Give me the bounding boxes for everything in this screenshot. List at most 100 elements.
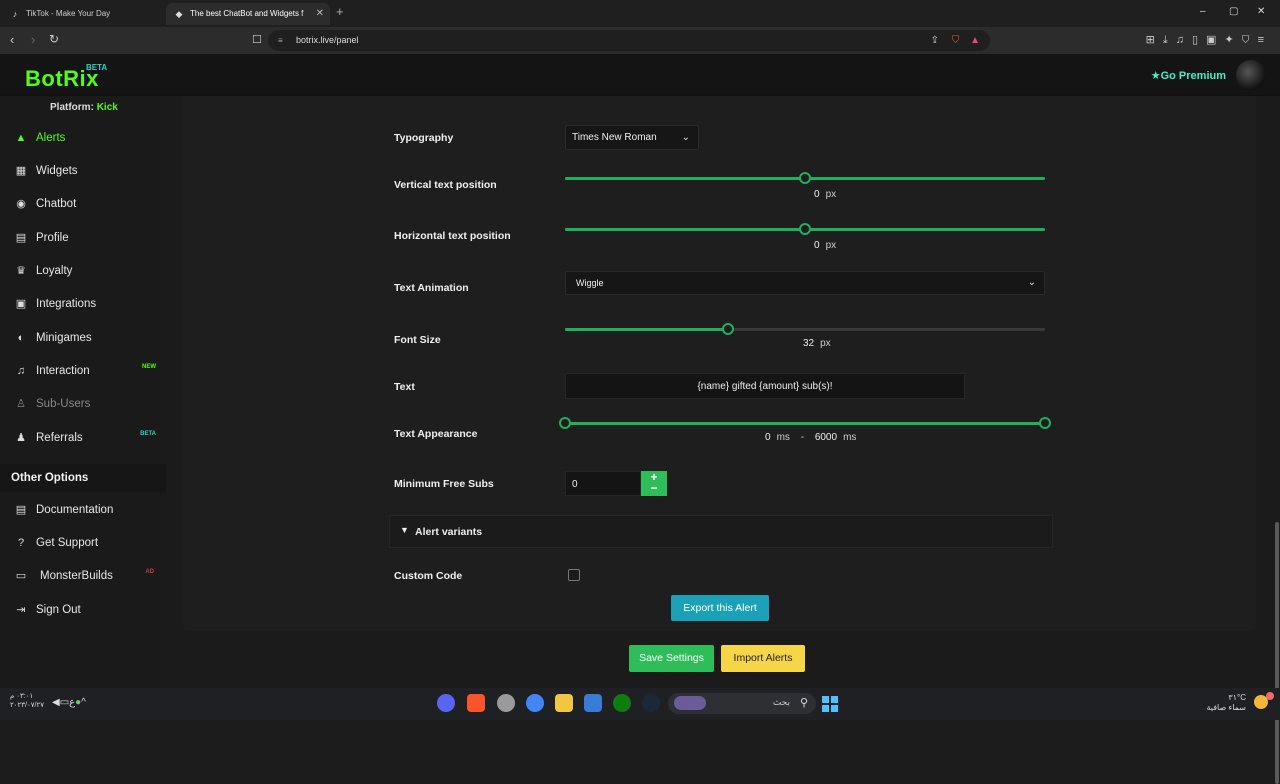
brave-rewards-icon[interactable]: ▲ xyxy=(970,35,980,46)
typography-value: Times New Roman xyxy=(572,132,657,143)
forward-icon[interactable]: › xyxy=(31,32,35,47)
vertical-position-readout: 0 px xyxy=(814,189,836,200)
scrollbar-thumb[interactable] xyxy=(1275,522,1279,784)
maximize-button[interactable]: ▢ xyxy=(1229,6,1238,17)
sidebar-item-label: Chatbot xyxy=(36,198,77,210)
star-icon: ★ xyxy=(1150,70,1161,82)
sidebar-item-chatbot[interactable]: ◉ Chatbot xyxy=(0,189,166,219)
vertical-position-label: Vertical text position xyxy=(394,179,497,191)
reload-icon[interactable]: ↻ xyxy=(49,32,59,46)
toolbar-icons: ⊞⤓♫▯▣✦⛉≡ xyxy=(1146,33,1272,47)
close-tab-icon[interactable]: ✕ xyxy=(316,3,324,25)
obs-icon[interactable] xyxy=(497,694,515,712)
file-explorer-icon[interactable] xyxy=(555,694,573,712)
discord-icon[interactable] xyxy=(437,694,455,712)
sidebar-item-documentation[interactable]: ▤ Documentation xyxy=(0,495,166,525)
chrome-icon[interactable] xyxy=(526,694,544,712)
weather-condition: سماء صافية xyxy=(1206,703,1246,712)
sidebar-item-widgets[interactable]: ▦ Widgets xyxy=(0,156,166,186)
sidebar-item-minigames[interactable]: ◐ Minigames xyxy=(0,323,166,353)
clock-time: ٠٣:٠١ م xyxy=(10,693,34,700)
sidebar-item-sign-out[interactable]: ⇥ Sign Out xyxy=(0,595,166,625)
decrement-button[interactable]: − xyxy=(641,482,667,494)
store-icon[interactable] xyxy=(584,694,602,712)
sidebar-item-alerts[interactable]: ▲ Alerts xyxy=(0,123,166,153)
sidebar-item-label: MonsterBuilds xyxy=(40,570,113,582)
wallet-icon[interactable]: ▣ xyxy=(1206,34,1224,46)
font-size-readout: 32 px xyxy=(803,338,831,349)
back-icon[interactable]: ‹ xyxy=(10,32,14,47)
sidebar-item-label: Loyalty xyxy=(36,265,73,277)
vertical-position-slider[interactable] xyxy=(565,172,1045,184)
sidebar-item-profile[interactable]: ▤ Profile xyxy=(0,223,166,253)
robot-icon: ◉ xyxy=(16,198,26,210)
slider-handle[interactable] xyxy=(799,172,811,184)
sidebar-item-monsterbuilds[interactable]: ▭ MonsterBuilds AD xyxy=(0,561,166,591)
id-card-icon: ▤ xyxy=(15,232,27,244)
new-tab-button[interactable]: + xyxy=(336,4,344,19)
slider-handle[interactable] xyxy=(799,223,811,235)
text-animation-select[interactable]: Wiggle ⌄ xyxy=(565,271,1045,295)
alert-text-input[interactable]: {name} gifted {amount} sub(s)! xyxy=(565,373,965,399)
network-icon[interactable]: ▭ xyxy=(60,697,69,708)
brave-icon[interactable] xyxy=(467,694,485,712)
tray-expand-icon[interactable]: ^ xyxy=(81,697,86,708)
sidebar-item-loyalty[interactable]: ♛ Loyalty xyxy=(0,256,166,286)
taskbar-search[interactable]: بحث ⚲ xyxy=(668,693,816,714)
export-alert-button[interactable]: Export this Alert xyxy=(671,595,769,621)
sidebar-icon[interactable]: ▯ xyxy=(1192,34,1206,46)
sub-users-icon: ♙ xyxy=(16,398,26,410)
scrollbar[interactable] xyxy=(1274,96,1280,784)
brave-shield-icon[interactable]: ⛉ xyxy=(952,35,960,46)
vpn-icon[interactable]: ⛉ xyxy=(1242,34,1258,46)
windows-start-icon[interactable] xyxy=(822,696,838,712)
book-icon: ▤ xyxy=(15,504,27,516)
sidebar-item-label: Interaction xyxy=(36,365,90,377)
site-info-icon[interactable]: ≡ xyxy=(278,30,283,51)
address-bar-row: ‹ › ↻ ☐ ≡ botrix.live/panel ⇪ ⛉ ▲ ⊞⤓♫▯▣✦… xyxy=(0,27,1280,54)
font-size-value: 32 xyxy=(803,338,815,349)
sidebar-item-interaction[interactable]: ♫ Interaction NEW xyxy=(0,356,166,386)
typography-select[interactable]: Times New Roman ⌄ xyxy=(565,125,699,150)
import-alerts-button[interactable]: Import Alerts xyxy=(721,645,805,672)
min-free-subs-input[interactable]: 0 xyxy=(565,471,641,496)
go-premium-button[interactable]: ★Go Premium xyxy=(1151,69,1226,82)
leo-icon[interactable]: ✦ xyxy=(1224,34,1241,46)
range-start-handle[interactable] xyxy=(559,417,571,429)
avatar[interactable] xyxy=(1236,60,1266,90)
text-appearance-readout: 0 ms - 6000 ms xyxy=(765,432,856,443)
text-appearance-range-slider[interactable] xyxy=(559,417,1051,429)
url-field[interactable]: ☐ ≡ botrix.live/panel ⇪ ⛉ ▲ xyxy=(252,30,990,51)
xbox-icon[interactable] xyxy=(613,694,631,712)
tab-botrix[interactable]: ◆ The best ChatBot and Widgets f ✕ xyxy=(166,3,330,25)
vertical-position-value: 0 xyxy=(814,189,820,200)
horizontal-position-slider[interactable] xyxy=(565,223,1045,235)
custom-code-checkbox[interactable] xyxy=(568,569,580,581)
steam-icon[interactable] xyxy=(642,694,660,712)
sidebar-item-get-support[interactable]: ? Get Support xyxy=(0,528,166,558)
weather-widget[interactable]: ٣١°C سماء صافية xyxy=(1206,693,1246,713)
min-free-subs-label: Minimum Free Subs xyxy=(394,478,494,490)
share-icon[interactable]: ⇪ xyxy=(931,35,939,46)
download-icon[interactable]: ⤓ xyxy=(1163,34,1176,46)
quantity-stepper: + − xyxy=(641,471,667,496)
tab-tiktok[interactable]: ♪ TikTok - Make Your Day xyxy=(2,3,164,25)
save-settings-button[interactable]: Save Settings xyxy=(629,645,714,672)
font-size-slider[interactable] xyxy=(565,323,1045,335)
minimize-button[interactable]: – xyxy=(1200,6,1206,17)
sidebar-item-label: Get Support xyxy=(36,537,99,549)
translate-icon[interactable]: ⊞ xyxy=(1146,34,1163,46)
sidebar-item-referrals[interactable]: ♟ Referrals BETA xyxy=(0,423,166,453)
alert-variants-accordion[interactable]: ▼ Alert variants xyxy=(389,515,1053,548)
close-window-button[interactable]: ✕ xyxy=(1257,6,1265,17)
speaker-icon[interactable]: ◀ xyxy=(52,697,60,708)
bookmark-icon[interactable]: ☐ xyxy=(252,30,262,51)
sidebar-item-integrations[interactable]: ▣ Integrations xyxy=(0,289,166,319)
range-end-handle[interactable] xyxy=(1039,417,1051,429)
sidebar-item-sub-users[interactable]: ♙ Sub-Users xyxy=(0,389,166,419)
clock[interactable]: ٠٣:٠١ م ٢٠٢٣/٠٧/٢٧ xyxy=(10,692,44,710)
sidebar-item-label: Widgets xyxy=(36,165,78,177)
media-icon[interactable]: ♫ xyxy=(1176,34,1192,46)
menu-icon[interactable]: ≡ xyxy=(1258,34,1272,46)
platform-label: Platform: xyxy=(50,102,94,113)
